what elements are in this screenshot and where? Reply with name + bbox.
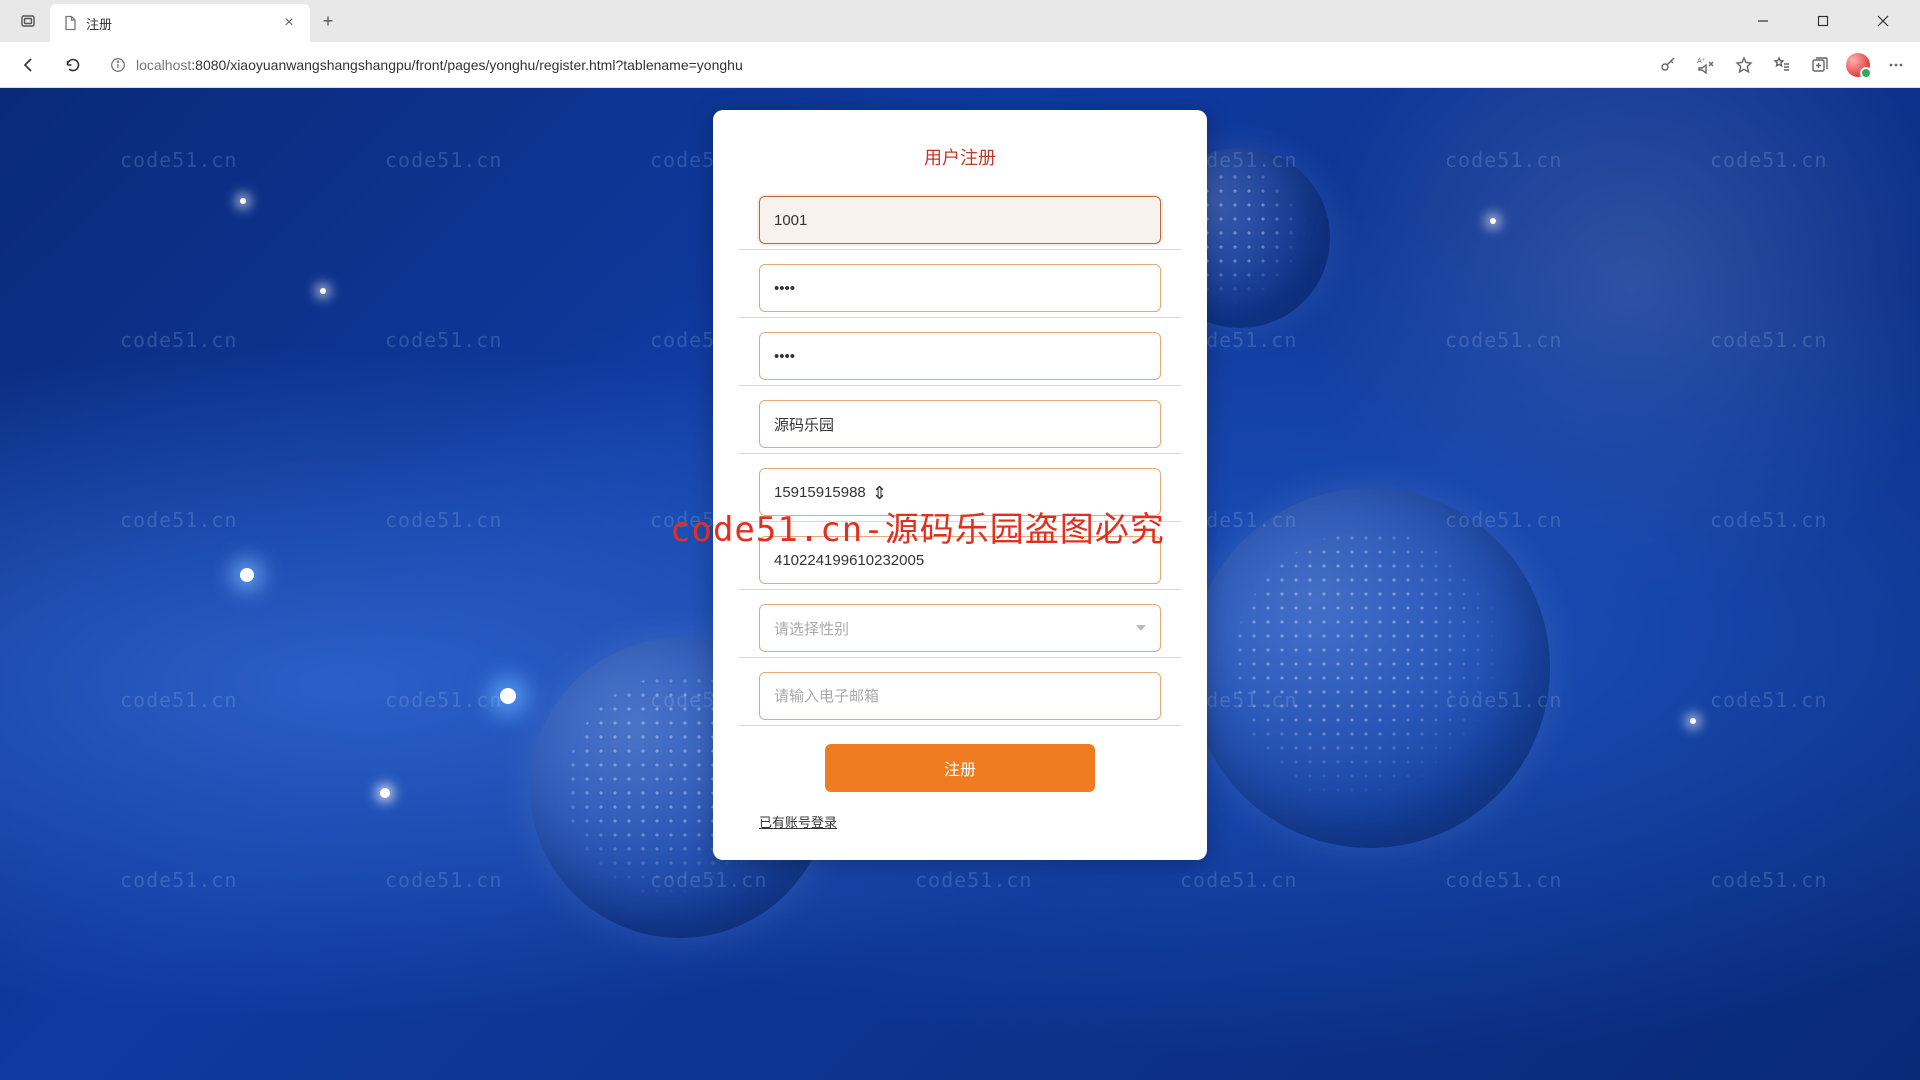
decorative-spark [1690,718,1696,724]
url-text: localhost:8080/xiaoyuanwangshangshangpu/… [136,57,743,73]
decorative-spark [500,688,516,704]
login-link[interactable]: 已有账号登录 [759,815,837,830]
page-content: code51.cn code51.cn code51.cn code51.cn code… [0,88,1920,1080]
favorites-list-icon[interactable] [1770,53,1794,77]
chevron-down-icon [1136,625,1146,631]
close-icon[interactable]: × [280,14,298,32]
decorative-spark [320,288,326,294]
browser-chrome: 注册 × + localhost:8080/xiaoyuanwangshangs… [0,0,1920,88]
new-tab-button[interactable]: + [312,5,344,37]
watermark-tile: code51.cn [1710,508,1827,532]
watermark-tile: code51.cn [650,868,767,892]
watermark-tile: code51.cn [1710,328,1827,352]
url-input[interactable]: localhost:8080/xiaoyuanwangshangshangpu/… [100,48,1646,82]
phone-input[interactable] [759,468,1161,516]
decorative-sphere [1190,488,1550,848]
watermark-tile: code51.cn [120,148,237,172]
watermark-tile: code51.cn [385,328,502,352]
tab-actions-icon[interactable] [8,5,48,37]
browser-tab[interactable]: 注册 × [50,4,310,42]
profile-avatar[interactable] [1846,53,1870,77]
svg-text:A⁺: A⁺ [1697,58,1706,65]
back-button[interactable] [12,48,46,82]
watermark-tile: code51.cn [120,868,237,892]
refresh-button[interactable] [56,48,90,82]
close-window-button[interactable] [1854,2,1912,40]
watermark-tile: code51.cn [1445,688,1562,712]
decorative-spark [240,198,246,204]
address-bar: localhost:8080/xiaoyuanwangshangshangpu/… [0,42,1920,88]
password-confirm-input[interactable] [759,332,1161,380]
watermark-tile: code51.cn [385,688,502,712]
register-card: 用户注册 请选择性别 注册 已有账号登录 [713,110,1207,860]
watermark-tile: code51.cn [1445,868,1562,892]
maximize-button[interactable] [1794,2,1852,40]
info-icon [110,57,126,73]
watermark-tile: code51.cn [385,508,502,532]
gender-select[interactable]: 请选择性别 [759,604,1161,652]
watermark-tile: code51.cn [385,868,502,892]
watermark-tile: code51.cn [1710,868,1827,892]
tab-title: 注册 [86,14,272,33]
register-button[interactable]: 注册 [825,744,1095,792]
read-aloud-icon[interactable]: A⁺ [1694,53,1718,77]
gender-placeholder: 请选择性别 [774,618,849,639]
page-icon [62,15,78,31]
email-input[interactable] [759,672,1161,720]
id-number-input[interactable] [759,536,1161,584]
card-title: 用户注册 [759,144,1161,170]
password-input[interactable] [759,264,1161,312]
watermark-tile: code51.cn [120,508,237,532]
watermark-tile: code51.cn [1710,148,1827,172]
nickname-input[interactable] [759,400,1161,448]
watermark-tile: code51.cn [385,148,502,172]
watermark-tile: code51.cn [1445,508,1562,532]
window-controls [1734,2,1912,40]
watermark-tile: code51.cn [120,328,237,352]
decorative-spark [1490,218,1496,224]
decorative-spark [380,788,390,798]
tab-bar: 注册 × + [0,0,1920,42]
toolbar-icons: A⁺ [1656,53,1908,77]
minimize-button[interactable] [1734,2,1792,40]
watermark-tile: code51.cn [1710,688,1827,712]
more-icon[interactable] [1884,53,1908,77]
watermark-tile: code51.cn [120,688,237,712]
watermark-tile: code51.cn [1445,148,1562,172]
watermark-tile: code51.cn [1445,328,1562,352]
key-icon[interactable] [1656,53,1680,77]
watermark-tile: code51.cn [915,868,1032,892]
decorative-spark [240,568,254,582]
favorite-icon[interactable] [1732,53,1756,77]
watermark-tile: code51.cn [1180,868,1297,892]
username-input[interactable] [759,196,1161,244]
collections-icon[interactable] [1808,53,1832,77]
